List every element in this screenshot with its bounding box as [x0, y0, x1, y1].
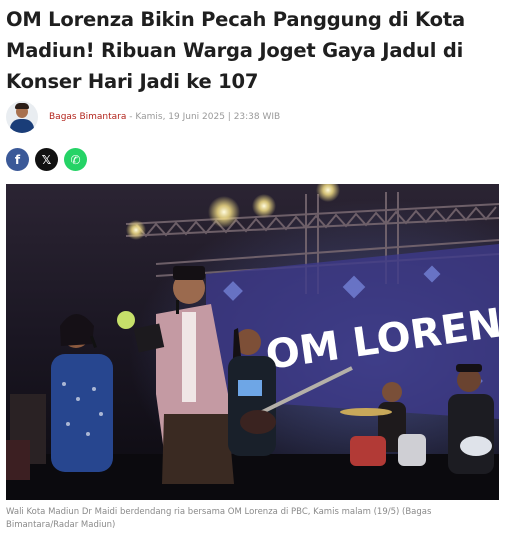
- whatsapp-icon: ✆: [70, 152, 81, 167]
- article-meta: Bagas Bimantara - Kamis, 19 Juni 2025 | …: [49, 112, 280, 122]
- avatar-hair: [15, 103, 29, 109]
- spotlight: [126, 220, 146, 240]
- photo-caption: Wali Kota Madiun Dr Maidi berdendang ria…: [6, 507, 432, 530]
- share-bar: f 𝕏 ✆: [6, 148, 87, 171]
- publish-date: - Kamis, 19 Juni 2025 | 23:38 WIB: [126, 112, 281, 122]
- amp-left: [6, 440, 30, 480]
- spotlight: [117, 311, 135, 329]
- spotlight: [252, 194, 276, 218]
- facebook-icon: f: [14, 152, 21, 167]
- byline: Bagas Bimantara - Kamis, 19 Juni 2025 | …: [6, 101, 280, 133]
- spotlight: [208, 196, 240, 228]
- whatsapp-share-button[interactable]: ✆: [64, 148, 87, 171]
- x-share-button[interactable]: 𝕏: [35, 148, 58, 171]
- article-title: OM Lorenza Bikin Pecah Panggung di Kota …: [6, 8, 465, 93]
- facebook-share-button[interactable]: f: [6, 148, 29, 171]
- author-name[interactable]: Bagas Bimantara: [49, 112, 126, 122]
- avatar-shirt: [10, 119, 34, 133]
- author-avatar[interactable]: [6, 101, 38, 133]
- article-photo[interactable]: OM LORENZ: [6, 184, 499, 500]
- x-icon: 𝕏: [41, 152, 52, 167]
